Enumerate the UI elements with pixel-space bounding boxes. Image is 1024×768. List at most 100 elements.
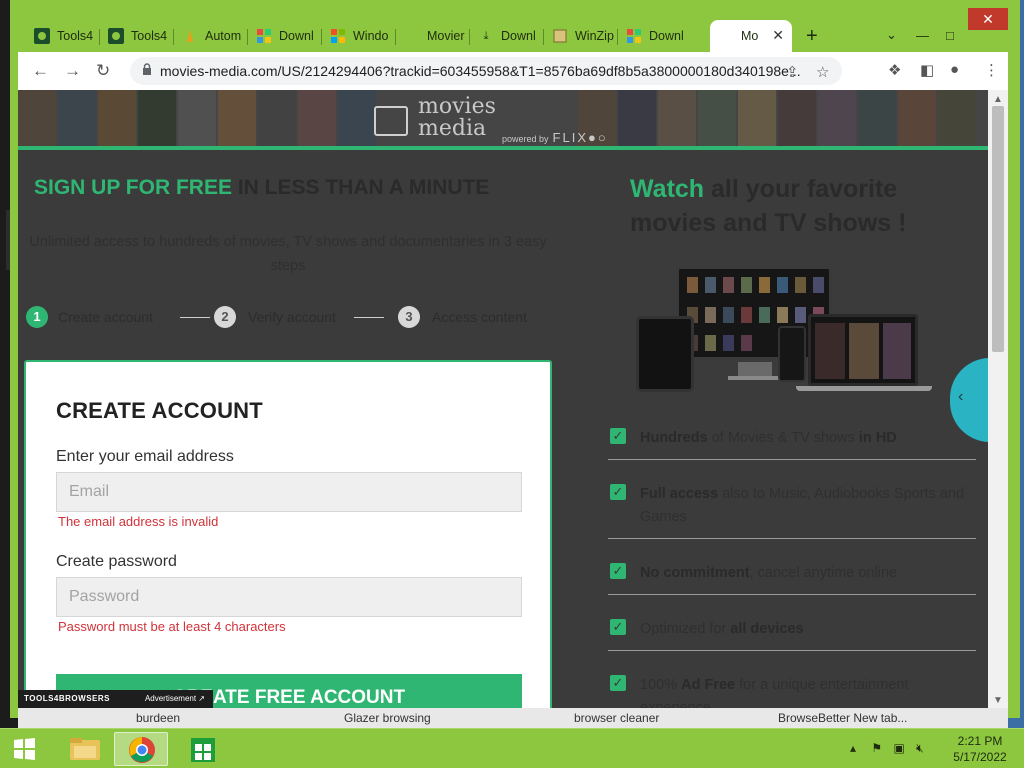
tab-title: WinZip — [575, 29, 614, 43]
tab-winzip[interactable]: WinZip — [544, 22, 618, 50]
thumb — [741, 335, 752, 351]
new-tab-button[interactable]: + — [806, 26, 818, 46]
thumb — [759, 307, 770, 323]
tab-download-2[interactable]: ⤓ Downl — [470, 22, 544, 50]
thumb — [741, 277, 752, 293]
tab-title: Autom — [205, 29, 242, 43]
email-field[interactable] — [56, 472, 522, 512]
tab-title: Downl — [649, 29, 684, 43]
scroll-down-arrow-icon[interactable]: ▼ — [993, 695, 1003, 706]
thumb — [813, 277, 824, 293]
laptop-thumb — [849, 323, 879, 379]
brand-line2: media — [418, 116, 487, 141]
tab-windows[interactable]: Windo — [322, 22, 396, 50]
feature-text: 100% Ad Free for a unique entertainment … — [640, 674, 976, 708]
profile-avatar-icon[interactable]: ● — [950, 61, 959, 78]
system-tray: ▴ ⚑ ▣ 🔇︎ — [850, 741, 924, 756]
feature-ad-free: ✓ 100% Ad Free for a unique entertainmen… — [608, 675, 976, 708]
thumb — [777, 307, 788, 323]
reload-icon[interactable]: ↻ — [96, 61, 110, 81]
feature-bold: Hundreds — [640, 430, 708, 446]
extensions-puzzle-icon[interactable]: ❖ — [888, 61, 901, 79]
feature-text: No commitment, cancel anytime online — [640, 562, 976, 585]
network-icon[interactable]: ▣ — [893, 741, 904, 755]
autom-favicon — [182, 28, 198, 44]
tab-tools4-2[interactable]: Tools4 — [100, 22, 174, 50]
tab-title: Downl — [279, 29, 314, 43]
checkmark-icon: ✓ — [610, 675, 626, 691]
tab-download-3[interactable]: Downl — [618, 22, 692, 50]
scroll-up-arrow-icon[interactable]: ▲ — [993, 94, 1003, 105]
side-panel-icon[interactable]: ◧ — [920, 61, 934, 79]
thumb — [741, 307, 752, 323]
download-site-favicon — [256, 28, 272, 44]
tab-movies[interactable]: Movier — [396, 22, 470, 50]
advertisement-bar[interactable]: TOOLS4BROWSERS Advertisement ↗ — [18, 690, 213, 708]
clock-date: 5/17/2022 — [953, 750, 1007, 764]
browser-toolbar: ← → ↻ movies-media.com/US/2124294406?tra… — [18, 52, 1008, 90]
thumb — [723, 307, 734, 323]
close-tab-icon[interactable]: ✕ — [772, 27, 784, 44]
action-center-flag-icon[interactable]: ⚑ — [871, 741, 882, 755]
back-arrow-icon[interactable]: ← — [32, 61, 49, 81]
background-text: browser cleaner — [574, 711, 660, 725]
start-button[interactable] — [4, 734, 44, 764]
movie-posters-banner: movies media powered by FLIX●○ — [18, 90, 988, 146]
volume-muted-icon[interactable]: 🔇︎ — [916, 741, 924, 755]
tab-tools4-1[interactable]: Tools4 — [26, 22, 100, 50]
tab-title: Tools4 — [131, 29, 168, 43]
download-arrow-icon: ⤓ — [483, 29, 489, 42]
checkmark-icon: ✓ — [610, 563, 626, 579]
tab-title: Windo — [353, 29, 389, 43]
tray-expand-icon[interactable]: ▴ — [850, 741, 856, 755]
taskbar-store[interactable] — [176, 732, 230, 766]
window-close-button[interactable]: ✕ — [968, 8, 1008, 30]
background-text: burdeen — [136, 711, 181, 725]
tab-search-chevron-icon[interactable]: ⌄ — [886, 27, 897, 43]
page-scrollbar[interactable]: ▲ ▼ — [988, 90, 1008, 708]
ad-brand: TOOLS4BROWSERS — [24, 694, 110, 703]
powered-by: powered by FLIX●○ — [502, 130, 608, 145]
tab-title: Movier — [427, 29, 465, 43]
background-text: BrowseBetter New tab... — [778, 711, 908, 725]
lock-icon — [143, 63, 151, 75]
tab-autom[interactable]: Autom — [174, 22, 248, 50]
signup-steps: 1 Create account 2 Verify account 3 Acce… — [26, 306, 566, 330]
menu-kebab-icon[interactable]: ⋮ — [984, 61, 999, 79]
minimize-button[interactable]: — — [916, 28, 929, 43]
blank-favicon — [718, 28, 734, 44]
tab-download-1[interactable]: Downl — [248, 22, 322, 50]
flixoo-brand: FLIX●○ — [552, 130, 608, 145]
feature-text: Hundreds of Movies & TV shows in HD — [640, 427, 976, 450]
maximize-button[interactable]: □ — [946, 28, 954, 43]
step-3-number: 3 — [398, 306, 420, 328]
signup-heading-rest: IN LESS THAN A MINUTE — [231, 176, 490, 199]
feature-text: Full access also to Music, Audiobooks Sp… — [640, 483, 976, 529]
background-window-strip: burdeen Glazer browsing browser cleaner … — [18, 708, 1008, 728]
monitor-base — [728, 376, 784, 380]
scrollbar-thumb[interactable] — [992, 106, 1004, 352]
tab-movies-media-active[interactable]: Mo ✕ — [710, 20, 792, 52]
devices-illustration — [636, 266, 936, 394]
tablet-image — [636, 316, 694, 392]
thumb — [723, 335, 734, 351]
taskbar-file-explorer[interactable] — [58, 732, 112, 766]
checkmark-icon: ✓ — [610, 484, 626, 500]
address-bar[interactable]: movies-media.com/US/2124294406?trackid=6… — [130, 57, 842, 85]
taskbar-chrome[interactable] — [114, 732, 168, 766]
feature-no-commitment: ✓ No commitment, cancel anytime online — [608, 563, 976, 595]
signup-heading-highlight: SIGN UP FOR FREE — [34, 176, 232, 199]
tools4-favicon — [34, 28, 50, 44]
folder-icon — [70, 738, 100, 760]
forward-arrow-icon[interactable]: → — [64, 61, 81, 81]
url-path: /US/2124294406?trackid=603455958&T1=8576… — [277, 63, 800, 79]
feature-all-devices: ✓ Optimized for all devices — [608, 619, 976, 651]
step-connector — [354, 317, 384, 318]
taskbar-clock[interactable]: 2:21 PM 5/17/2022 — [950, 733, 1010, 765]
ad-label: Advertisement ↗ — [144, 694, 205, 703]
bookmark-star-icon[interactable]: ☆ — [816, 63, 829, 81]
share-icon[interactable]: ⇪ — [786, 63, 799, 81]
password-field[interactable] — [56, 577, 522, 617]
step-2-label: Verify account — [248, 309, 336, 325]
chrome-icon — [129, 737, 155, 763]
